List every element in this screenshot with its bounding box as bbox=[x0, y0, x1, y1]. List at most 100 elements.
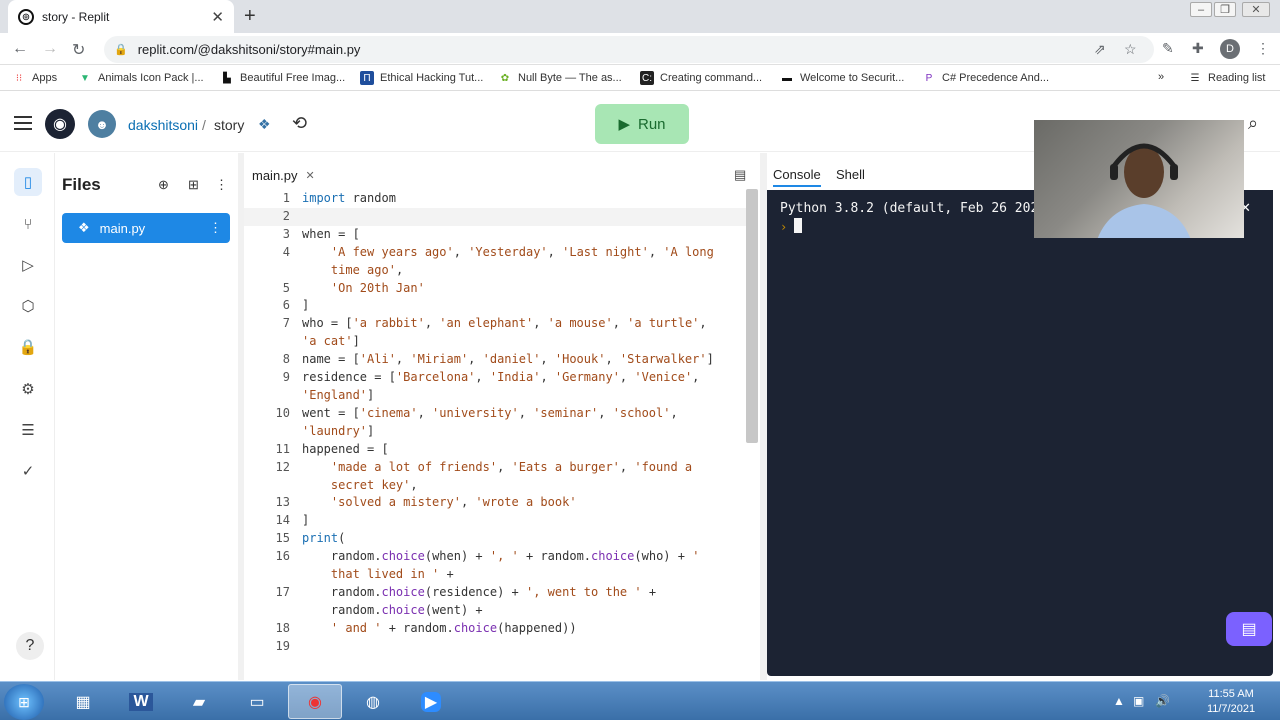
new-file-icon[interactable]: ⊕ bbox=[158, 177, 169, 193]
tab-console[interactable]: Console bbox=[773, 167, 821, 187]
code-line[interactable]: 10 went = ['cinema', 'university', 'semin… bbox=[244, 405, 746, 423]
bookmark-item[interactable]: ▼ Animals Icon Pack |... bbox=[78, 71, 204, 85]
chat-icon[interactable]: ▤ bbox=[1226, 612, 1272, 646]
bookmark-item[interactable]: Π Ethical Hacking Tut... bbox=[360, 71, 483, 85]
close-tab-icon[interactable]: ✕ bbox=[211, 8, 224, 26]
chrome-taskbar-icon[interactable]: ◉ bbox=[288, 684, 342, 719]
code-line[interactable]: 12 'made a lot of friends', 'Eats a burg… bbox=[244, 459, 746, 477]
code-editor: main.py ✕ ▤ 1 import random 2 3 when = [4 'A… bbox=[244, 153, 760, 680]
code-line[interactable]: 16 random.choice(when) + ', ' + random.c… bbox=[244, 548, 746, 566]
replit-logo-icon[interactable]: ◉ bbox=[45, 109, 75, 139]
restore-icon[interactable]: ❐ bbox=[1214, 2, 1236, 17]
code-line[interactable]: 'England'] bbox=[244, 387, 746, 405]
settings-gear-icon[interactable]: ⚙ bbox=[14, 375, 42, 403]
files-more-icon[interactable]: ⋮ bbox=[215, 177, 228, 193]
new-folder-icon[interactable]: ⊞ bbox=[188, 177, 199, 193]
tray-device-icon[interactable]: ▣ bbox=[1133, 694, 1144, 708]
bookmark-item[interactable]: ▬ Welcome to Securit... bbox=[780, 71, 904, 85]
code-line[interactable]: 13 'solved a mistery', 'wrote a book' bbox=[244, 494, 746, 512]
notepad-taskbar-icon[interactable]: ▰ bbox=[172, 684, 226, 719]
line-number: 14 bbox=[275, 513, 290, 528]
system-clock[interactable]: 11:55 AM 11/7/2021 bbox=[1196, 687, 1266, 717]
bookmark-item[interactable]: ✿ Null Byte — The as... bbox=[498, 71, 622, 85]
new-tab-icon[interactable]: + bbox=[244, 5, 256, 28]
code-line[interactable]: 2 bbox=[244, 207, 746, 226]
code-line[interactable]: 1 import random bbox=[244, 190, 746, 208]
window-close-icon[interactable]: ✕ bbox=[1242, 2, 1270, 17]
reload-icon[interactable]: ↻ bbox=[72, 40, 85, 60]
editor-scrollbar[interactable] bbox=[746, 189, 758, 443]
code-line[interactable]: time ago', bbox=[244, 262, 746, 280]
bookmark-item[interactable]: P C# Precedence And... bbox=[922, 71, 1049, 85]
bookmarks-overflow[interactable]: » bbox=[1158, 71, 1164, 83]
browser-tab[interactable]: ◎ story - Replit ✕ bbox=[8, 0, 234, 33]
code-line[interactable]: 5 'On 20th Jan' bbox=[244, 280, 746, 298]
search-icon[interactable]: ⌕ bbox=[1248, 113, 1258, 134]
bookmark-item[interactable]: ▙ Beautiful Free Imag... bbox=[220, 71, 345, 85]
profile-avatar[interactable]: D bbox=[1220, 39, 1240, 59]
code-line[interactable]: 15 print( bbox=[244, 530, 746, 548]
code-line[interactable]: 11 happened = [ bbox=[244, 441, 746, 459]
code-line[interactable]: 14] bbox=[244, 512, 746, 530]
calculator-taskbar-icon[interactable]: ▦ bbox=[56, 684, 110, 719]
windows-start-icon[interactable]: ⊞ bbox=[4, 684, 44, 720]
file-explorer-taskbar-icon[interactable]: ▭ bbox=[230, 684, 284, 719]
code-line[interactable]: 6] bbox=[244, 297, 746, 315]
extensions-icon[interactable]: ✚ bbox=[1192, 40, 1204, 57]
code-line[interactable]: 4 'A few years ago', 'Yesterday', 'Last … bbox=[244, 244, 746, 262]
run-button[interactable]: ▶ Run bbox=[595, 104, 689, 144]
debugger-icon[interactable]: ▷ bbox=[14, 251, 42, 279]
code-line[interactable]: that lived in ' + bbox=[244, 566, 746, 584]
person-silhouette bbox=[1097, 143, 1191, 238]
forward-icon[interactable]: → bbox=[42, 40, 58, 58]
tab-shell[interactable]: Shell bbox=[836, 167, 865, 182]
code-line[interactable]: 18 ' and ' + random.choice(happened)) bbox=[244, 620, 746, 638]
tray-expand-icon[interactable]: ▲ bbox=[1113, 694, 1125, 708]
code-line[interactable]: 'laundry'] bbox=[244, 423, 746, 441]
editor-tab-main-py[interactable]: main.py ✕ bbox=[244, 163, 323, 187]
files-tool-icon[interactable]: ▯ bbox=[14, 168, 42, 196]
file-options-icon[interactable]: ⋮ bbox=[209, 220, 222, 236]
code-line[interactable]: 7 who = ['a rabbit', 'an elephant', 'a mo… bbox=[244, 315, 746, 333]
menu-icon[interactable] bbox=[14, 116, 32, 130]
more-menu-icon[interactable]: ⋮ bbox=[1256, 40, 1270, 57]
reading-list[interactable]: ☰ Reading list bbox=[1188, 71, 1266, 85]
code-line[interactable]: secret key', bbox=[244, 477, 746, 495]
version-control-icon[interactable]: ⑂ bbox=[14, 210, 42, 238]
code-line[interactable]: 19 bbox=[244, 638, 746, 656]
word-taskbar-icon[interactable]: W bbox=[114, 684, 168, 719]
editor-options-icon[interactable]: ▤ bbox=[734, 167, 746, 183]
address-bar[interactable]: 🔒 replit.com/@dakshitsoni/story#main.py … bbox=[104, 36, 1154, 63]
bookmark-star-icon[interactable]: ☆ bbox=[1124, 41, 1137, 58]
python-language-icon: ❖ bbox=[258, 116, 271, 132]
close-editor-tab-icon[interactable]: ✕ bbox=[306, 169, 315, 182]
file-item-main-py[interactable]: ❖ main.py ⋮ bbox=[62, 213, 230, 243]
minimize-icon[interactable]: – bbox=[1190, 2, 1212, 17]
username-link[interactable]: dakshitsoni bbox=[128, 117, 198, 133]
history-icon[interactable]: ⟲ bbox=[292, 113, 307, 134]
volume-icon[interactable]: 🔊 bbox=[1155, 694, 1170, 708]
code-line[interactable]: 'a cat'] bbox=[244, 333, 746, 351]
unit-tests-check-icon[interactable]: ✓ bbox=[14, 457, 42, 485]
user-avatar[interactable]: ☻ bbox=[88, 110, 116, 138]
open-external-icon[interactable]: ⇗ bbox=[1094, 41, 1106, 58]
back-icon[interactable]: ← bbox=[12, 40, 28, 58]
code-line[interactable]: 17 random.choice(residence) + ', went to… bbox=[244, 584, 746, 602]
repl-name[interactable]: story bbox=[214, 117, 244, 133]
console-panel[interactable]: Python 3.8.2 (default, Feb 26 2020 › bbox=[767, 190, 1273, 676]
extension-pen-icon[interactable]: ✎ bbox=[1162, 40, 1174, 57]
bookmark-item[interactable]: C: Creating command... bbox=[640, 71, 762, 85]
help-icon[interactable]: ? bbox=[16, 632, 44, 660]
packages-icon[interactable]: ⬡ bbox=[14, 292, 42, 320]
database-icon[interactable]: ☰ bbox=[14, 416, 42, 444]
code-line[interactable]: 3 when = [ bbox=[244, 226, 746, 244]
app-taskbar-icon[interactable]: ◍ bbox=[346, 684, 400, 719]
secrets-lock-icon[interactable]: 🔒 bbox=[14, 333, 42, 361]
code-line[interactable]: 8 name = ['Ali', 'Miriam', 'daniel', 'Hoo… bbox=[244, 351, 746, 369]
code-area[interactable]: 1 import random 2 3 when = [4 'A few years a… bbox=[244, 190, 746, 678]
code-line[interactable]: 9 residence = ['Barcelona', 'India', 'Ger… bbox=[244, 369, 746, 387]
code-line[interactable]: random.choice(went) + bbox=[244, 602, 746, 620]
zoom-taskbar-icon[interactable]: ▶ bbox=[404, 684, 458, 719]
bookmark-apps[interactable]: ⁝⁝ Apps bbox=[12, 71, 57, 85]
panel-divider[interactable] bbox=[760, 153, 767, 680]
